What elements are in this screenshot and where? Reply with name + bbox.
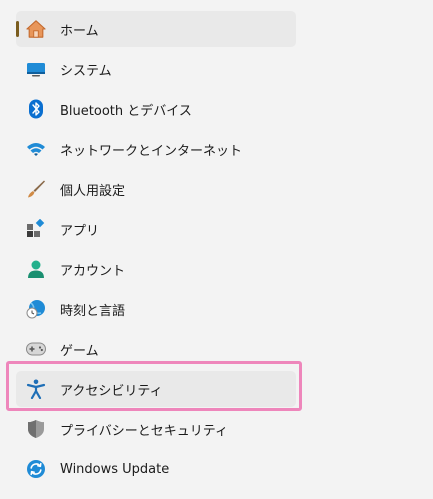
nav-item-home[interactable]: ホーム [16,11,296,47]
accessibility-icon [26,379,46,399]
nav-item-bluetooth[interactable]: Bluetooth とデバイス [16,91,296,127]
nav-item-label: プライバシーとセキュリティ [60,423,228,439]
account-icon [26,259,46,279]
gamepad-icon [26,339,46,359]
system-display-icon [26,59,46,79]
nav-item-label: 時刻と言語 [60,303,126,319]
nav-item-label: アカウント [60,263,126,279]
windows-update-icon [26,459,46,479]
shield-icon [26,419,46,439]
apps-icon [26,219,46,239]
nav-item-apps[interactable]: アプリ [16,211,296,247]
nav-item-label: ネットワークとインターネット [60,143,243,159]
nav-item-label: Windows Update [60,461,170,477]
nav-item-label: 個人用設定 [60,183,126,199]
nav-item-personalization[interactable]: 個人用設定 [16,171,296,207]
nav-item-privacy-security[interactable]: プライバシーとセキュリティ [16,411,296,447]
settings-nav: ホーム システム Bluetooth とデバイス ネットワークとインターネット … [16,11,296,491]
paintbrush-icon [26,179,46,199]
nav-item-windows-update[interactable]: Windows Update [16,451,296,487]
nav-item-time-language[interactable]: 時刻と言語 [16,291,296,327]
nav-item-label: アクセシビリティ [60,383,163,399]
nav-item-system[interactable]: システム [16,51,296,87]
selected-indicator [16,21,19,37]
wifi-icon [26,139,46,159]
nav-item-gaming[interactable]: ゲーム [16,331,296,367]
nav-item-label: システム [60,63,112,79]
nav-item-label: Bluetooth とデバイス [60,103,192,119]
nav-item-network[interactable]: ネットワークとインターネット [16,131,296,167]
nav-item-label: アプリ [60,223,100,239]
nav-item-label: ホーム [60,23,99,39]
nav-item-label: ゲーム [60,343,99,359]
nav-item-accessibility[interactable]: アクセシビリティ [16,371,296,407]
home-icon [26,19,46,39]
bluetooth-icon [26,99,46,119]
time-language-icon [26,299,46,319]
nav-item-accounts[interactable]: アカウント [16,251,296,287]
